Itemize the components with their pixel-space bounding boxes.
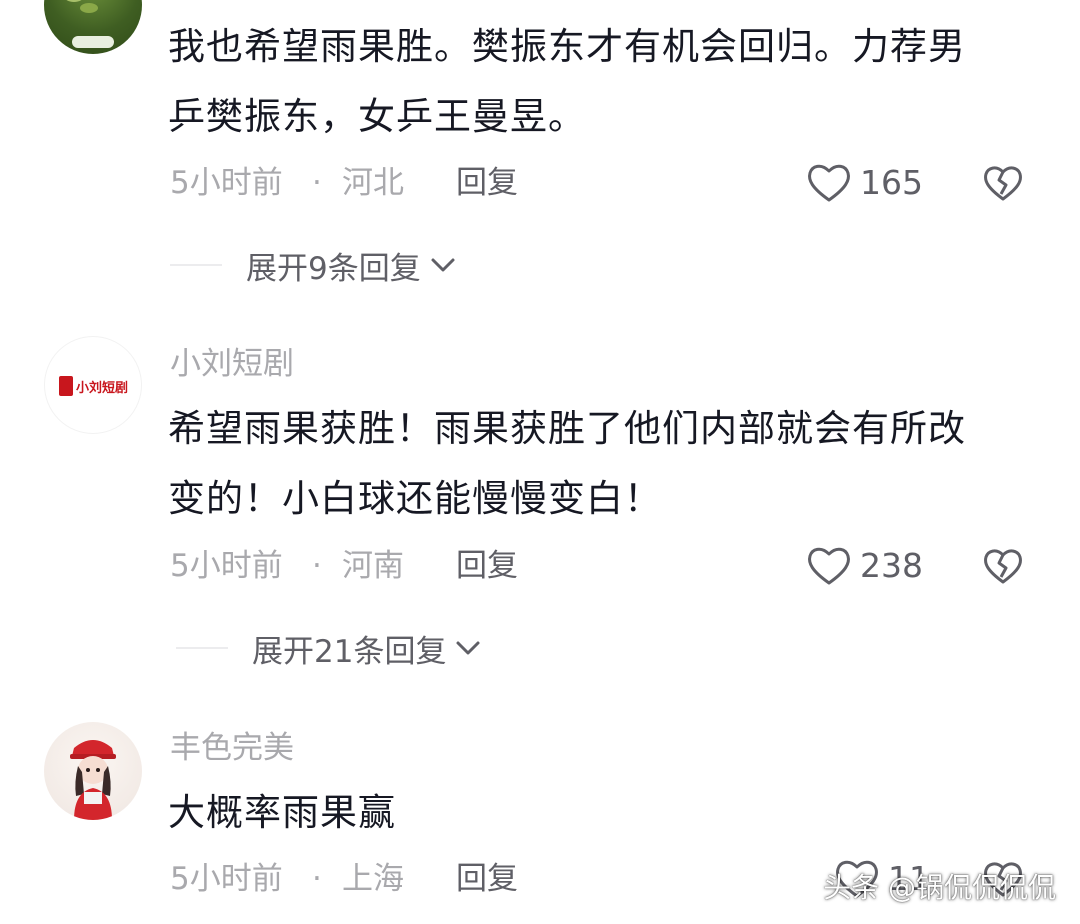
comment-username[interactable]: 小刘短剧: [170, 344, 294, 384]
avatar-logo: 小刘短剧: [59, 375, 129, 397]
expand-divider: [176, 647, 228, 649]
avatar[interactable]: [44, 0, 142, 54]
chevron-down-icon: [456, 641, 480, 655]
reply-button[interactable]: 回复: [456, 158, 518, 208]
expand-replies-button[interactable]: 展开21条回复: [176, 623, 482, 673]
comment-item: 小刘短剧 小刘短剧 希望雨果获胜！雨果获胜了他们内部就会有所改 变的！小白球还能…: [0, 330, 1080, 680]
like-count: 238: [860, 546, 923, 585]
comment-meta: 5小时前 · 河北 回复 165: [170, 158, 1050, 208]
expand-replies-button[interactable]: 展开9条回复: [170, 240, 457, 290]
broken-heart-icon: [984, 166, 1022, 201]
avatar-logo-text: 小刘短剧: [76, 380, 129, 396]
comment-location: 河北: [342, 165, 404, 201]
comment-content: 大概率雨果赢: [168, 778, 1038, 848]
comment-username[interactable]: 丰色完美: [170, 728, 294, 768]
comment-line: 希望雨果获胜！雨果获胜了他们内部就会有所改: [168, 407, 966, 450]
dislike-button[interactable]: [982, 158, 1024, 208]
chevron-down-icon: [431, 258, 455, 272]
expand-replies-label: 展开21条回复: [252, 633, 447, 670]
comment-content: 希望雨果获胜！雨果获胜了他们内部就会有所改 变的！小白球还能慢慢变白！: [168, 394, 1038, 534]
comment-location: 上海: [342, 861, 404, 897]
reply-button[interactable]: 回复: [456, 541, 518, 591]
comment-time: 5小时前: [170, 548, 283, 584]
meta-separator: ·: [312, 548, 322, 584]
avatar-image: [66, 0, 114, 48]
like-count: 165: [860, 163, 923, 202]
expand-replies-label: 展开9条回复: [246, 250, 421, 287]
dislike-button[interactable]: [982, 541, 1024, 591]
comment-item: 我也希望雨果胜。樊振东才有机会回归。力荐男 乒樊振东，女乒王曼昱。 5小时前 ·…: [0, 0, 1080, 300]
heart-outline-icon: [808, 164, 850, 202]
reply-button[interactable]: 回复: [456, 854, 518, 904]
comment-time: 5小时前: [170, 165, 283, 201]
like-button[interactable]: 238: [806, 541, 923, 591]
heart-outline-icon: [808, 547, 850, 585]
comment-line: 大概率雨果赢: [168, 791, 396, 834]
comment-line: 变的！小白球还能慢慢变白！: [168, 477, 662, 520]
meta-separator: ·: [312, 165, 322, 201]
meta-separator: ·: [312, 861, 322, 897]
comment-location: 河南: [342, 548, 404, 584]
comment-line: 我也希望雨果胜。樊振东才有机会回归。力荐男: [168, 25, 966, 68]
watermark: 头条 @锅侃侃侃侃: [823, 871, 1056, 904]
comment-meta: 5小时前 · 河南 回复 238: [170, 541, 1050, 591]
expand-divider: [170, 264, 222, 266]
avatar[interactable]: 小刘短剧: [44, 336, 142, 434]
comment-content: 我也希望雨果胜。樊振东才有机会回归。力荐男 乒樊振东，女乒王曼昱。: [168, 12, 1038, 152]
like-button[interactable]: 165: [806, 158, 923, 208]
broken-heart-icon: [984, 549, 1022, 584]
avatar-image: [70, 740, 116, 820]
comment-time: 5小时前: [170, 861, 283, 897]
comment-line: 乒樊振东，女乒王曼昱。: [168, 95, 586, 138]
avatar[interactable]: [44, 722, 142, 820]
